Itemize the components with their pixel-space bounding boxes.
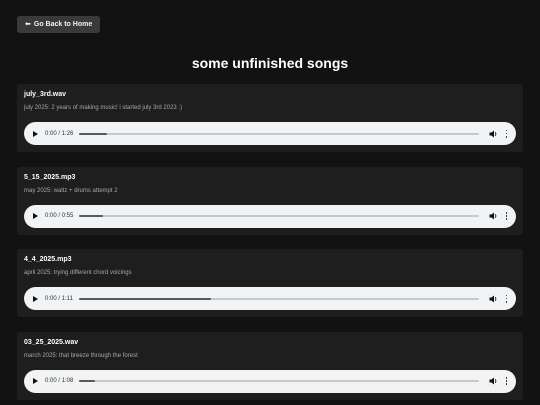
song-title: july_3rd.wav: [24, 91, 67, 98]
time-display: 0:00 / 1:26: [45, 130, 74, 137]
song-title: 5_15_2025.mp3: [24, 173, 76, 181]
play-icon[interactable]: [33, 378, 38, 384]
time-display: 0:00 / 1:08: [45, 378, 74, 384]
progress-fill: [78, 297, 211, 300]
audio-player[interactable]: 0:00 / 1:26: [24, 122, 516, 145]
time-display: 0:00 / 1:11: [45, 295, 73, 302]
progress-track[interactable]: [79, 380, 479, 382]
song-description: march 2025: that breeze through the fore…: [24, 352, 138, 359]
more-options-icon[interactable]: [505, 212, 508, 220]
volume-icon[interactable]: [489, 295, 498, 303]
song-description: july 2025: 2 years of making music! i st…: [24, 105, 183, 111]
song-title: 4_4_2025.mp3: [24, 256, 72, 263]
volume-icon[interactable]: [489, 212, 498, 220]
volume-icon[interactable]: [489, 377, 498, 385]
more-options-icon[interactable]: [505, 377, 508, 385]
go-back-home-label: Go Back to Home: [33, 21, 93, 28]
audio-player[interactable]: 0:00 / 1:11: [24, 287, 516, 310]
progress-track[interactable]: [79, 132, 479, 135]
page: ⬅ Go Back to Home some unfinished songs …: [0, 0, 540, 405]
song-description: may 2025: waltz + drums attempt 2: [24, 187, 118, 194]
song-card: july_3rd.wav july 2025: 2 years of makin…: [17, 84, 523, 152]
progress-track[interactable]: [78, 297, 479, 300]
progress-track[interactable]: [79, 215, 479, 217]
progress-fill: [79, 215, 104, 217]
time-display: 0:00 / 0:55: [45, 213, 74, 219]
play-icon[interactable]: [33, 213, 38, 219]
song-card: 5_15_2025.mp3 may 2025: waltz + drums at…: [17, 166, 523, 235]
song-title: 03_25_2025.wav: [24, 338, 79, 346]
song-card: 4_4_2025.mp3 april 2025: trying differen…: [17, 249, 523, 317]
play-icon[interactable]: [33, 295, 38, 302]
song-list: july_3rd.wav july 2025: 2 years of makin…: [17, 84, 523, 405]
audio-player[interactable]: 0:00 / 0:55: [24, 204, 516, 228]
progress-fill: [79, 132, 108, 135]
more-options-icon[interactable]: [505, 129, 508, 138]
go-back-home-button[interactable]: ⬅ Go Back to Home: [17, 16, 101, 33]
volume-icon[interactable]: [489, 130, 498, 138]
song-card: 03_25_2025.wav march 2025: that breeze t…: [17, 331, 523, 400]
back-arrow-icon: ⬅: [25, 21, 31, 28]
page-title: some unfinished songs: [191, 55, 349, 71]
song-description: april 2025: trying different chord voici…: [24, 270, 132, 276]
audio-player[interactable]: 0:00 / 1:08: [24, 369, 516, 393]
more-options-icon[interactable]: [505, 294, 508, 303]
play-icon[interactable]: [33, 130, 38, 137]
progress-fill: [79, 380, 96, 382]
